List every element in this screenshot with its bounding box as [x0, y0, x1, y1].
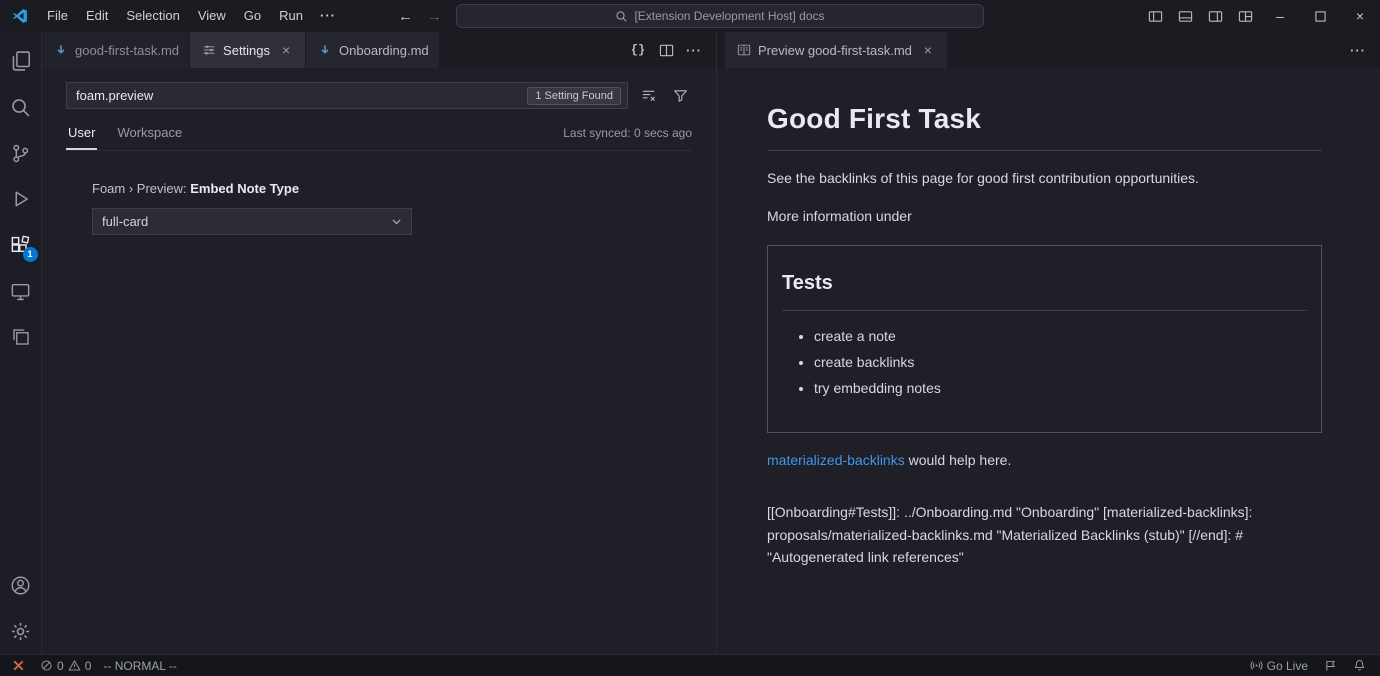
vim-mode-status[interactable]: -- NORMAL -- — [97, 655, 183, 676]
settings-results-badge: 1 Setting Found — [527, 87, 621, 105]
customize-layout-icon[interactable] — [1230, 0, 1260, 32]
menu-edit[interactable]: Edit — [77, 5, 117, 27]
settings-editor: foam.preview 1 Setting Found User Worksp… — [42, 68, 716, 654]
settings-search-value: foam.preview — [76, 88, 527, 103]
source-control-icon[interactable] — [0, 130, 42, 176]
last-synced-label: Last synced: 0 secs ago — [563, 126, 692, 146]
feedback-icon[interactable] — [1316, 655, 1345, 676]
more-actions-icon[interactable]: ··· — [682, 38, 706, 62]
tab-label: Preview good-first-task.md — [758, 43, 912, 58]
tab-good-first-task[interactable]: good-first-task.md — [42, 32, 190, 68]
extensions-badge: 1 — [23, 247, 38, 262]
maximize-button[interactable] — [1300, 0, 1340, 32]
tab-onboarding[interactable]: Onboarding.md — [306, 32, 440, 68]
settings-scope-tabs: User Workspace Last synced: 0 secs ago — [66, 121, 692, 151]
settings-gear-icon[interactable] — [0, 608, 42, 654]
preview-paragraph: More information under — [767, 206, 1322, 227]
menu-go[interactable]: Go — [235, 5, 270, 27]
markdown-file-icon — [54, 43, 68, 57]
setting-category: Foam › Preview: — [92, 181, 190, 196]
errors-count: 0 — [57, 659, 64, 673]
search-sidebar-icon[interactable] — [0, 84, 42, 130]
warnings-icon — [68, 659, 81, 672]
accounts-icon[interactable] — [0, 562, 42, 608]
close-window-button[interactable]: × — [1340, 0, 1380, 32]
go-live-button[interactable]: Go Live — [1242, 655, 1316, 676]
tab-settings[interactable]: Settings × — [190, 32, 306, 68]
markdown-file-icon — [318, 43, 332, 57]
embed-note-type-dropdown[interactable]: full-card — [92, 208, 412, 235]
preview-paragraph: materialized-backlinks would help here. — [767, 450, 1322, 471]
menu-selection[interactable]: Selection — [117, 5, 188, 27]
toggle-sidebar-icon[interactable] — [1140, 0, 1170, 32]
clear-settings-search-icon[interactable] — [636, 84, 660, 108]
close-tab-icon[interactable]: × — [919, 41, 937, 59]
notifications-bell-icon[interactable] — [1345, 655, 1380, 676]
search-icon — [615, 10, 628, 23]
setting-name: Embed Note Type — [190, 181, 299, 196]
embed-card-title: Tests — [782, 268, 1307, 311]
minimize-button[interactable]: – — [1260, 0, 1300, 32]
tabstrip-right: Preview good-first-task.md × ··· — [717, 32, 1380, 68]
run-debug-icon[interactable] — [0, 176, 42, 222]
setting-title: Foam › Preview: Embed Note Type — [92, 181, 692, 196]
scope-tab-user[interactable]: User — [66, 121, 97, 150]
list-item: create a note — [814, 326, 1307, 347]
menu-overflow[interactable]: ··· — [312, 5, 344, 27]
scope-tab-workspace[interactable]: Workspace — [115, 121, 184, 150]
command-center-search[interactable]: [Extension Development Host] docs — [456, 4, 984, 28]
markdown-preview: Good First Task See the backlinks of thi… — [717, 68, 1380, 654]
settings-search-input[interactable]: foam.preview 1 Setting Found — [66, 82, 628, 109]
broadcast-icon — [1250, 659, 1263, 672]
tab-preview[interactable]: Preview good-first-task.md × — [725, 32, 948, 68]
split-editor-icon[interactable] — [654, 38, 678, 62]
menu-file[interactable]: File — [38, 5, 77, 27]
vscode-logo-icon — [12, 8, 28, 24]
menu-run[interactable]: Run — [270, 5, 312, 27]
dropdown-value: full-card — [102, 214, 148, 229]
remote-explorer-icon[interactable] — [0, 268, 42, 314]
go-live-label: Go Live — [1267, 659, 1308, 673]
link-references-text: [[Onboarding#Tests]]: ../Onboarding.md "… — [767, 501, 1322, 569]
status-bar: 0 0 -- NORMAL -- Go Live — [0, 654, 1380, 676]
setting-embed-note-type: Foam › Preview: Embed Note Type full-car… — [92, 181, 692, 235]
open-settings-json-icon[interactable]: {} — [626, 38, 650, 62]
errors-icon — [40, 659, 53, 672]
remote-indicator-icon[interactable] — [0, 655, 34, 676]
chevron-down-icon — [390, 215, 403, 228]
toggle-panel-icon[interactable] — [1170, 0, 1200, 32]
editor-layouts-icon[interactable] — [0, 314, 42, 360]
activity-bar: 1 — [0, 32, 42, 654]
tab-label: Settings — [223, 43, 270, 58]
list-item: create backlinks — [814, 352, 1307, 373]
problems-status[interactable]: 0 0 — [34, 655, 97, 676]
embedded-note-card: Tests create a note create backlinks try… — [767, 245, 1322, 433]
filter-settings-icon[interactable] — [668, 84, 692, 108]
warnings-count: 0 — [85, 659, 92, 673]
preview-title: Good First Task — [767, 98, 1322, 151]
toggle-secondary-sidebar-icon[interactable] — [1200, 0, 1230, 32]
extensions-icon[interactable]: 1 — [0, 222, 42, 268]
tab-label: good-first-task.md — [75, 43, 179, 58]
menu-view[interactable]: View — [189, 5, 235, 27]
editor-group-left: good-first-task.md Settings × Onboarding… — [42, 32, 716, 654]
embed-card-list: create a note create backlinks try embed… — [782, 326, 1307, 399]
window-title: [Extension Development Host] docs — [634, 9, 824, 23]
back-arrow-icon[interactable]: ← — [398, 8, 413, 25]
markdown-preview-icon — [737, 43, 751, 57]
materialized-backlinks-link[interactable]: materialized-backlinks — [767, 452, 905, 468]
editor-group-right: Preview good-first-task.md × ··· Good Fi… — [716, 32, 1380, 654]
forward-arrow-icon[interactable]: → — [427, 8, 442, 25]
list-item: try embedding notes — [814, 378, 1307, 399]
tab-label: Onboarding.md — [339, 43, 429, 58]
titlebar: File Edit Selection View Go Run ··· ← → … — [0, 0, 1380, 32]
link-suffix-text: would help here. — [905, 452, 1012, 468]
history-navigation: ← → — [398, 0, 442, 32]
tabstrip-left: good-first-task.md Settings × Onboarding… — [42, 32, 716, 68]
more-actions-icon[interactable]: ··· — [1346, 38, 1370, 62]
close-tab-icon[interactable]: × — [277, 41, 295, 59]
settings-sliders-icon — [202, 43, 216, 57]
preview-paragraph: See the backlinks of this page for good … — [767, 168, 1322, 189]
explorer-icon[interactable] — [0, 38, 42, 84]
